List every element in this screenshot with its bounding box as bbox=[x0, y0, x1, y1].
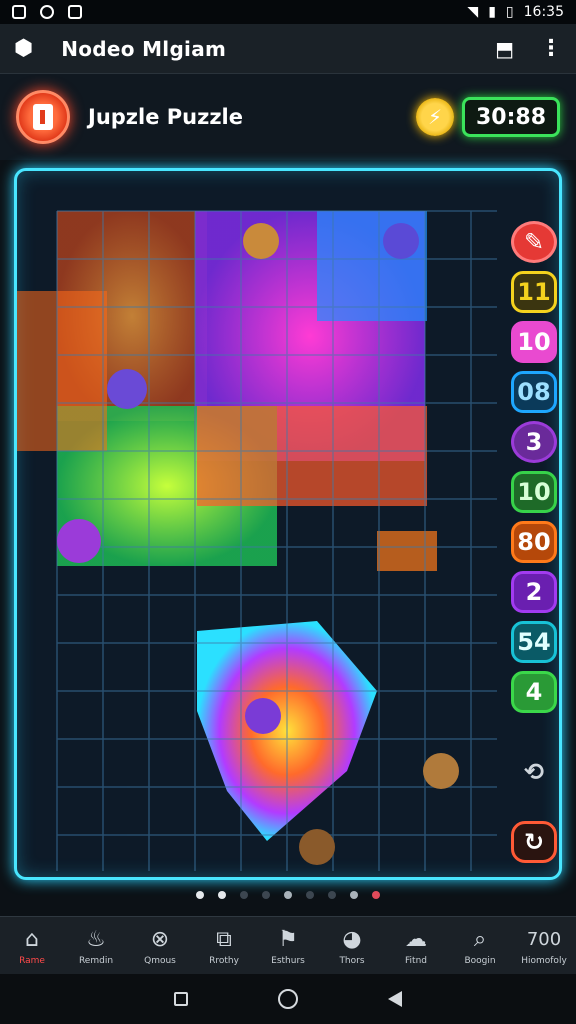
flag-icon: ⚑ bbox=[278, 927, 298, 952]
door-icon bbox=[33, 104, 53, 130]
color-count-teal[interactable]: 54 bbox=[511, 621, 557, 663]
lightning-icon: ⚡ bbox=[427, 105, 443, 129]
nav-label: Fitnd bbox=[405, 955, 427, 966]
page-dot[interactable] bbox=[218, 891, 226, 899]
more-options-icon[interactable]: ⋮ bbox=[540, 36, 562, 61]
nav-rrothy[interactable]: ⧉ Rrothy bbox=[196, 926, 252, 966]
color-count-blue[interactable]: 08 bbox=[511, 371, 557, 413]
score-value: 700 bbox=[526, 929, 562, 950]
system-nav bbox=[0, 974, 576, 1024]
nav-label: Rame bbox=[19, 955, 45, 966]
game-logo[interactable] bbox=[16, 90, 70, 144]
page-dot[interactable] bbox=[306, 891, 314, 899]
pagination bbox=[0, 888, 576, 902]
character-piece-2[interactable] bbox=[383, 223, 419, 259]
character-piece-1[interactable] bbox=[243, 223, 279, 259]
region-center bbox=[197, 406, 427, 506]
app-title: Nodeo Mlgiam bbox=[61, 36, 227, 61]
page-dot[interactable] bbox=[240, 891, 248, 899]
sync-icon bbox=[40, 5, 54, 19]
page-dot[interactable] bbox=[372, 891, 380, 899]
character-piece-7[interactable] bbox=[423, 753, 459, 789]
rotate-button[interactable]: ↻ bbox=[511, 821, 557, 863]
shuffle-icon: ⟲ bbox=[523, 758, 545, 786]
gallery-icon bbox=[68, 5, 82, 19]
home-icon: ⌂ bbox=[25, 927, 39, 952]
pencil-slash-icon: ✎ bbox=[523, 228, 545, 256]
nav-thors[interactable]: ◕ Thors bbox=[324, 926, 380, 966]
nav-home[interactable]: ⌂ Rame bbox=[4, 926, 60, 966]
color-count-yellow[interactable]: 11 bbox=[511, 271, 557, 313]
signal-icon: ▮ bbox=[488, 4, 496, 20]
puzzle-app-icon[interactable]: ⬢ bbox=[14, 36, 33, 61]
color-count-orange[interactable]: 80 bbox=[511, 521, 557, 563]
puzzle-board[interactable]: ✎ 11 10 08 3 10 80 2 54 4 ⟲ ↻ bbox=[14, 168, 562, 880]
game-title: Jupzle Puzzle bbox=[88, 105, 243, 129]
page-dot[interactable] bbox=[196, 891, 204, 899]
color-count-green[interactable]: 10 bbox=[511, 471, 557, 513]
nav-label: Thors bbox=[339, 955, 365, 966]
bottom-nav: ⌂ Rame ♨ Remdin ⊗ Qmous ⧉ Rrothy ⚑ Esthu… bbox=[0, 916, 576, 974]
shuffle-button[interactable]: ⟲ bbox=[511, 751, 557, 793]
compass-icon: ⊗ bbox=[150, 927, 170, 952]
character-piece-6[interactable] bbox=[299, 829, 335, 865]
color-count-purple[interactable]: 2 bbox=[511, 571, 557, 613]
nav-label: Remdin bbox=[78, 955, 114, 966]
coin-button[interactable]: ⚡ bbox=[416, 98, 454, 136]
character-piece-3[interactable] bbox=[107, 369, 147, 409]
nav-score[interactable]: 700 Hiomofoly bbox=[516, 926, 572, 966]
page-dot[interactable] bbox=[262, 891, 270, 899]
nav-remdin[interactable]: ♨ Remdin bbox=[68, 926, 124, 966]
nav-fitnd[interactable]: ☁ Fitnd bbox=[388, 926, 444, 966]
nav-label: Rrothy bbox=[209, 955, 239, 966]
flame-icon: ♨ bbox=[86, 927, 106, 952]
clock: 16:35 bbox=[523, 4, 564, 20]
home-button[interactable] bbox=[278, 989, 298, 1009]
page-dot[interactable] bbox=[350, 891, 358, 899]
side-toolbar: ✎ 11 10 08 3 10 80 2 54 4 ⟲ ↻ bbox=[511, 211, 559, 871]
page-dot[interactable] bbox=[284, 891, 292, 899]
app-notification-icon bbox=[12, 5, 26, 19]
chat-icon: ◕ bbox=[342, 927, 362, 952]
nav-label: Boogin bbox=[464, 955, 496, 966]
nav-qmous[interactable]: ⊗ Qmous bbox=[132, 926, 188, 966]
character-piece-4[interactable] bbox=[57, 519, 101, 563]
nav-label: Qmous bbox=[144, 955, 176, 966]
nav-esthurs[interactable]: ⚑ Esthurs bbox=[260, 926, 316, 966]
region-west bbox=[17, 291, 107, 451]
puzzle-grid[interactable] bbox=[17, 171, 562, 880]
search-icon: ⌕ bbox=[473, 927, 487, 952]
share-icon[interactable]: ⬒ bbox=[495, 37, 514, 61]
game-header: Jupzle Puzzle ⚡ 30:88 bbox=[0, 74, 576, 160]
clear-button[interactable]: ✎ bbox=[511, 221, 557, 263]
color-count-pink[interactable]: 10 bbox=[511, 321, 557, 363]
color-count-violet[interactable]: 3 bbox=[511, 421, 557, 463]
nav-label: Hiomofoly bbox=[521, 955, 567, 966]
wifi-icon: ◥ bbox=[467, 4, 479, 20]
page-dot[interactable] bbox=[328, 891, 336, 899]
status-bar: ◥ ▮ ▯ 16:35 bbox=[0, 0, 576, 24]
app-bar: ⬢ Nodeo Mlgiam ⬒ ⋮ bbox=[0, 24, 576, 74]
recents-button[interactable] bbox=[174, 992, 188, 1006]
puzzle-icon: ⧉ bbox=[216, 927, 232, 952]
back-button[interactable] bbox=[388, 991, 402, 1007]
battery-icon: ▯ bbox=[505, 4, 514, 20]
nav-label: Esthurs bbox=[271, 955, 305, 966]
nav-boogin[interactable]: ⌕ Boogin bbox=[452, 926, 508, 966]
color-count-lime[interactable]: 4 bbox=[511, 671, 557, 713]
region-caribbean bbox=[377, 531, 437, 571]
character-piece-5[interactable] bbox=[245, 698, 281, 734]
timer: 30:88 bbox=[462, 97, 560, 137]
bubble-icon: ☁ bbox=[405, 927, 427, 952]
rotate-icon: ↻ bbox=[523, 828, 545, 856]
